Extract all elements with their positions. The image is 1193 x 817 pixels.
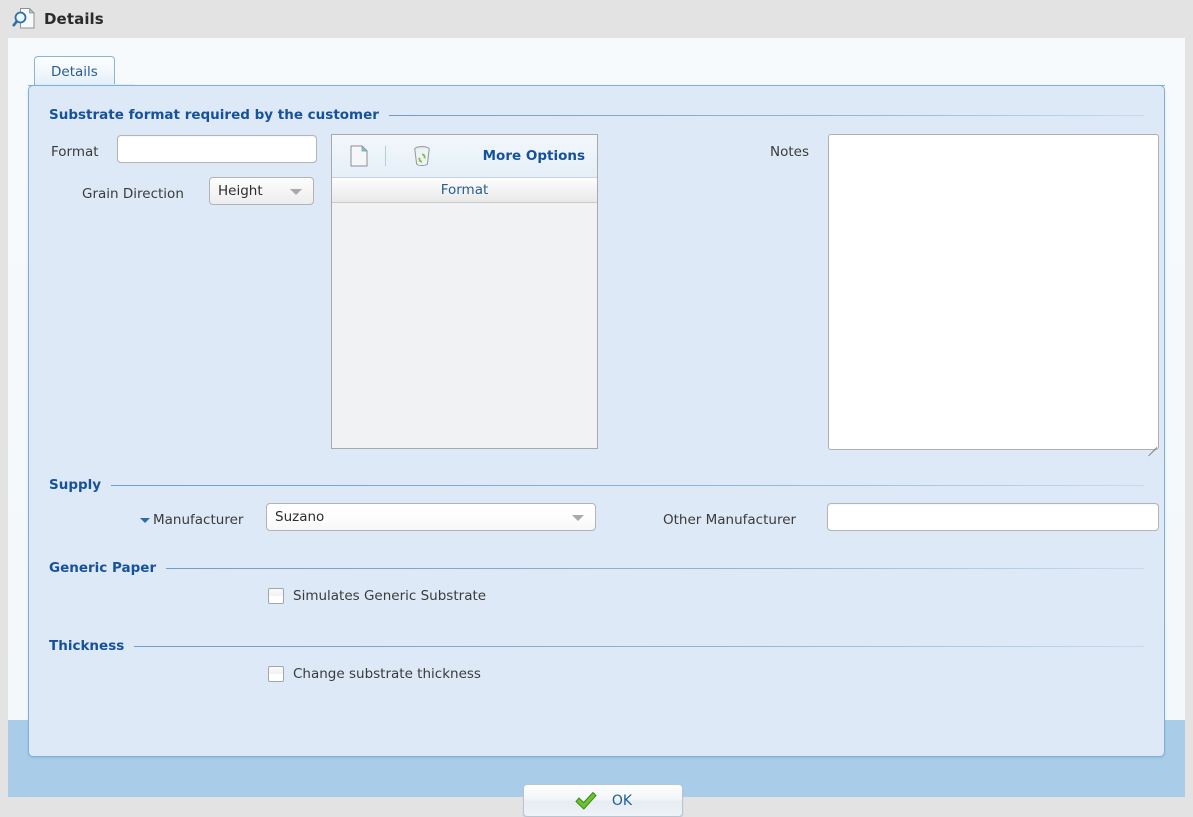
- manufacturer-select[interactable]: Suzano: [266, 503, 596, 531]
- format-grid-column-header-label: Format: [440, 182, 489, 198]
- manufacturer-label: Manufacturer: [153, 512, 244, 528]
- more-options-button[interactable]: More Options: [483, 148, 585, 164]
- grain-direction-select[interactable]: Height: [209, 177, 314, 205]
- format-grid-panel: More Options Format: [331, 134, 598, 449]
- green-check-icon: [575, 791, 597, 809]
- change-substrate-thickness-checkbox[interactable]: [268, 666, 284, 682]
- simulates-generic-substrate-label: Simulates Generic Substrate: [293, 588, 487, 604]
- tab-details-label: Details: [51, 63, 98, 80]
- dialog-window: Details Substrate format required by the…: [8, 38, 1185, 817]
- other-manufacturer-label: Other Manufacturer: [663, 512, 797, 528]
- section-generic-paper: Generic Paper: [49, 560, 1144, 576]
- window-titlebar: Details: [0, 0, 1193, 38]
- section-thickness-heading: Thickness: [49, 638, 125, 654]
- section-substrate-format: Substrate format required by the custome…: [49, 107, 1144, 123]
- ok-button[interactable]: OK: [523, 784, 683, 817]
- change-substrate-thickness-row[interactable]: Change substrate thickness: [268, 666, 481, 682]
- other-manufacturer-input[interactable]: [827, 503, 1159, 531]
- notes-textarea[interactable]: [828, 134, 1159, 450]
- expand-triangle-icon[interactable]: [140, 518, 150, 523]
- section-supply-heading: Supply: [49, 477, 102, 493]
- ok-button-label: OK: [611, 792, 633, 809]
- simulates-generic-substrate-checkbox[interactable]: [268, 588, 284, 604]
- manufacturer-value: Suzano: [275, 509, 325, 525]
- tab-details[interactable]: Details: [34, 56, 115, 86]
- details-panel: Substrate format required by the custome…: [28, 85, 1165, 757]
- format-grid-toolbar: More Options: [332, 135, 597, 178]
- grain-direction-value: Height: [218, 183, 263, 199]
- delete-button[interactable]: [405, 139, 439, 173]
- section-supply-rule: [111, 484, 1144, 486]
- simulates-generic-substrate-row[interactable]: Simulates Generic Substrate: [268, 588, 486, 604]
- section-thickness-rule: [134, 645, 1144, 647]
- format-grid-body[interactable]: [332, 203, 597, 433]
- document-search-icon: [12, 6, 38, 32]
- section-thickness: Thickness: [49, 638, 1144, 654]
- new-document-icon: [350, 145, 368, 167]
- section-supply: Supply: [49, 477, 1144, 493]
- section-substrate-format-rule: [388, 114, 1144, 116]
- change-substrate-thickness-label: Change substrate thickness: [293, 666, 481, 682]
- recycle-bin-icon: [414, 146, 430, 166]
- section-generic-paper-rule: [166, 567, 1144, 569]
- section-substrate-format-heading: Substrate format required by the custome…: [49, 107, 379, 123]
- chevron-down-icon: [572, 515, 584, 521]
- notes-label: Notes: [770, 144, 809, 160]
- window-title: Details: [44, 10, 104, 28]
- new-document-button[interactable]: [342, 139, 376, 173]
- tab-strip: Details: [28, 56, 1165, 86]
- format-label: Format: [51, 144, 99, 160]
- format-input[interactable]: [117, 135, 317, 163]
- format-grid-column-header[interactable]: Format: [332, 178, 597, 203]
- section-generic-paper-heading: Generic Paper: [49, 560, 157, 576]
- toolbar-divider: [385, 146, 386, 166]
- chevron-down-icon: [290, 189, 302, 195]
- grain-direction-label: Grain Direction: [82, 186, 184, 202]
